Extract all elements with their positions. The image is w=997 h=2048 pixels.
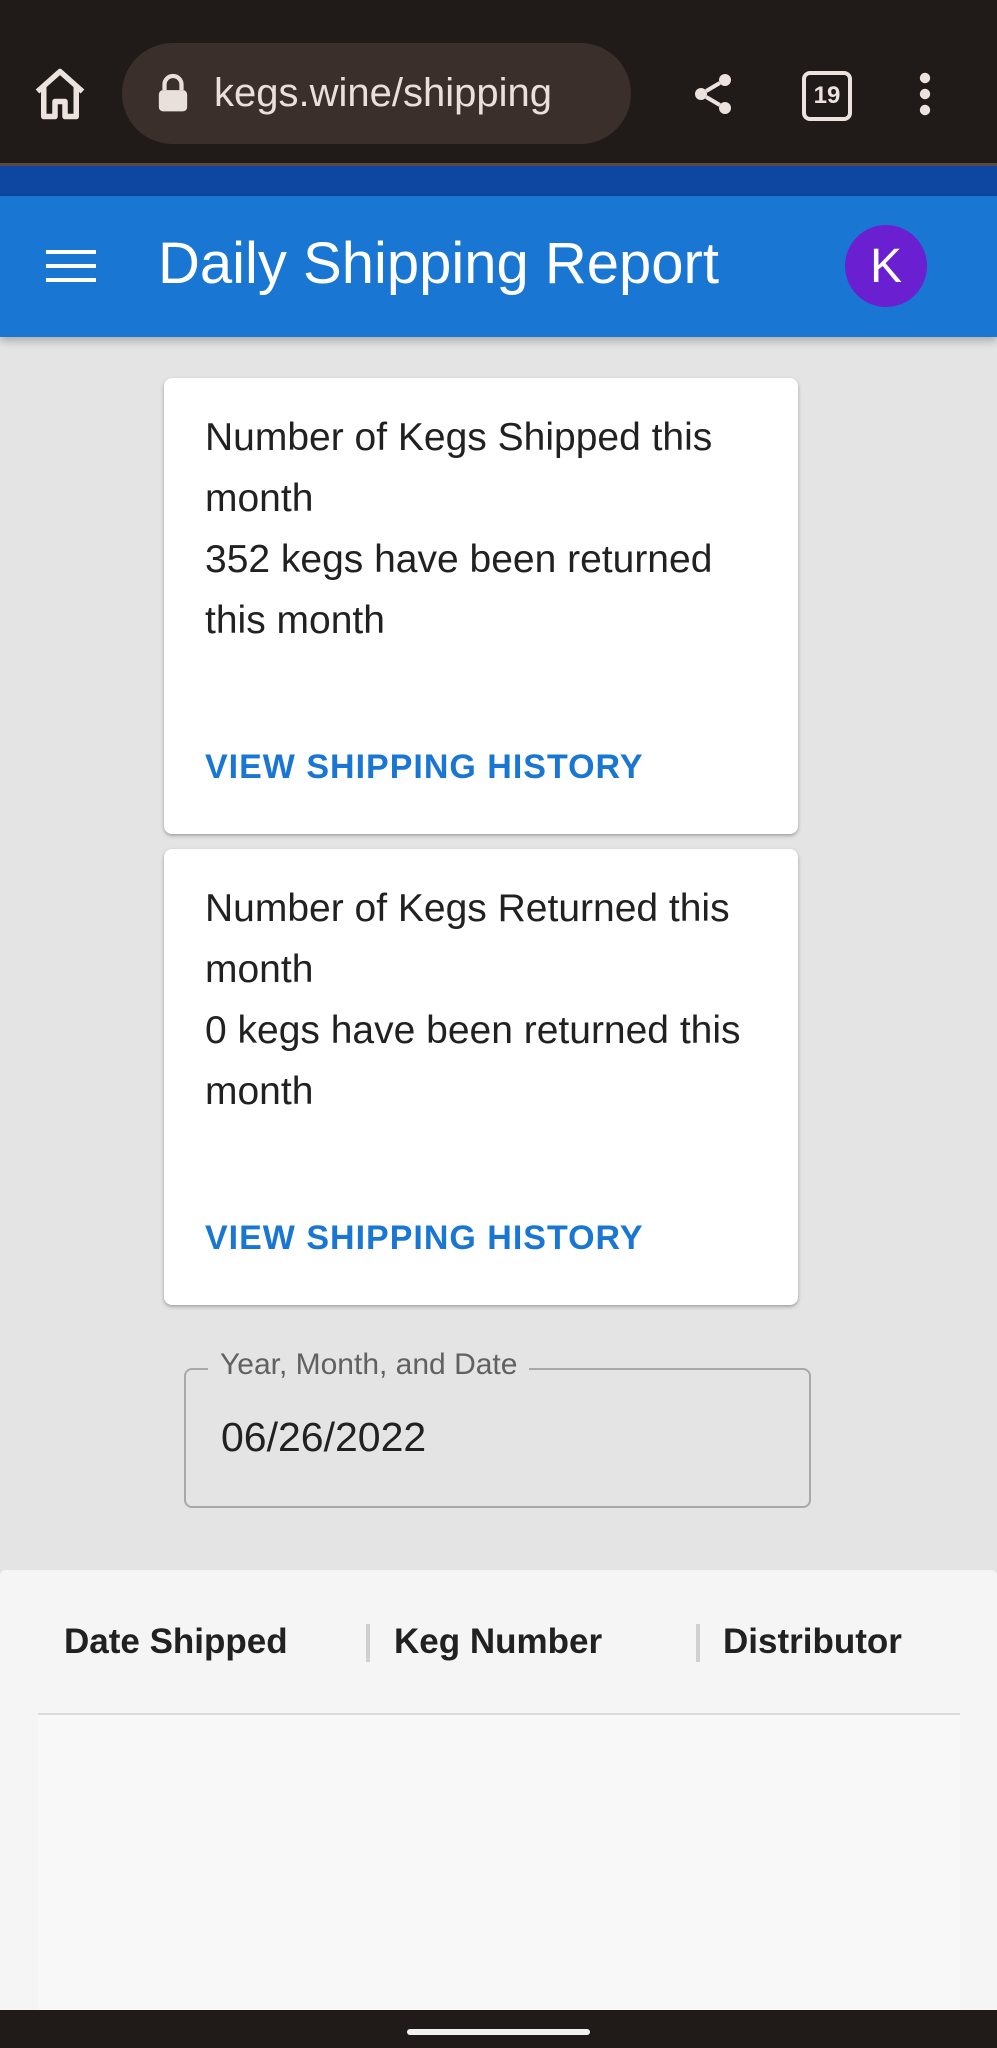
kegs-returned-card: Number of Kegs Returned this month 0 keg… [164, 849, 798, 1305]
lock-icon [158, 73, 188, 112]
share-icon[interactable] [689, 70, 737, 118]
date-input-value[interactable]: 06/26/2022 [221, 1414, 426, 1461]
card-description: 352 kegs have been returned this month [205, 538, 713, 642]
address-bar[interactable]: kegs.wine/shipping [122, 43, 631, 144]
date-input-label: Year, Month, and Date [208, 1348, 530, 1382]
avatar[interactable]: K [845, 225, 927, 307]
column-separator[interactable] [696, 1624, 700, 1662]
gesture-handle[interactable] [407, 2029, 590, 2035]
page-title: Daily Shipping Report [158, 231, 719, 296]
column-header-distributor[interactable]: Distributor [723, 1622, 902, 1662]
column-separator[interactable] [366, 1624, 370, 1662]
home-icon[interactable] [30, 64, 90, 124]
shipping-table: Date Shipped Keg Number Distributor [0, 1570, 997, 2010]
app-bar: Daily Shipping Report K [0, 196, 997, 337]
more-vert-icon[interactable] [912, 70, 938, 118]
menu-icon[interactable] [46, 248, 96, 284]
tab-count: 19 [813, 82, 841, 109]
avatar-letter: K [869, 239, 902, 293]
browser-toolbar: kegs.wine/shipping 19 [0, 0, 997, 163]
table-body [38, 1715, 960, 2010]
card-description: 0 kegs have been returned this month [205, 1009, 741, 1113]
date-input[interactable]: Year, Month, and Date 06/26/2022 [184, 1348, 811, 1508]
card-title: Number of Kegs Returned this month [205, 887, 730, 991]
kegs-shipped-card: Number of Kegs Shipped this month 352 ke… [164, 378, 798, 834]
column-header-keg-number[interactable]: Keg Number [394, 1622, 602, 1662]
tab-switcher-button[interactable]: 19 [802, 71, 852, 121]
view-shipping-history-button[interactable]: VIEW SHIPPING HISTORY [205, 1219, 644, 1258]
column-header-date-shipped[interactable]: Date Shipped [64, 1622, 288, 1662]
url-text: kegs.wine/shipping [214, 71, 552, 115]
card-title: Number of Kegs Shipped this month [205, 416, 713, 520]
view-shipping-history-button[interactable]: VIEW SHIPPING HISTORY [205, 748, 644, 787]
progress-strip [0, 163, 997, 196]
system-nav-bar [0, 2010, 997, 2048]
